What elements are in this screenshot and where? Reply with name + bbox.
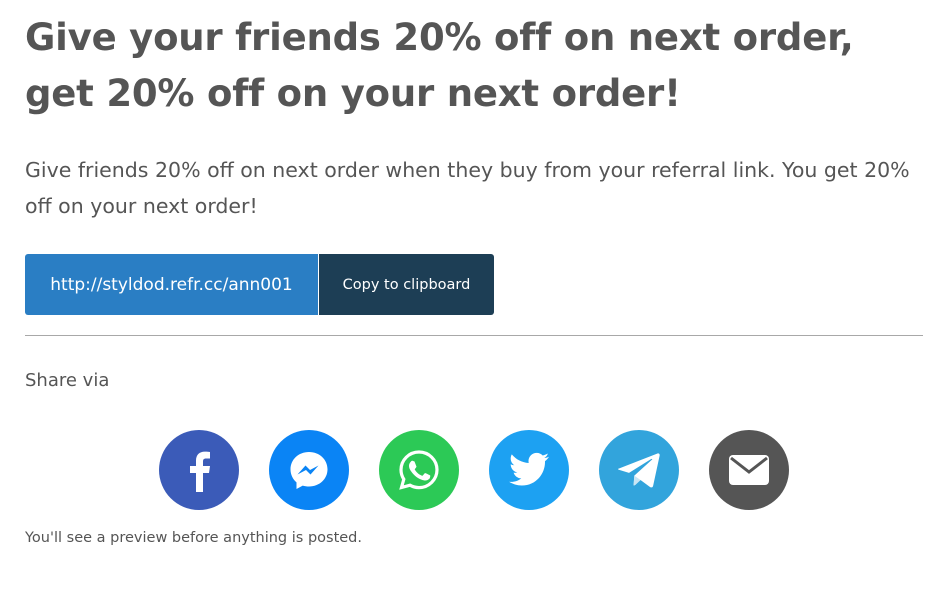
referral-link-field[interactable]: http://styldod.refr.cc/ann001 [25, 254, 318, 315]
share-facebook-button[interactable] [159, 430, 239, 510]
whatsapp-icon [399, 450, 439, 490]
telegram-icon [618, 453, 660, 488]
referral-description: Give friends 20% off on next order when … [25, 158, 910, 218]
share-twitter-button[interactable] [489, 430, 569, 510]
referral-link-row: http://styldod.refr.cc/ann001 Copy to cl… [25, 254, 494, 315]
referral-page: Give your friends 20% off on next order,… [0, 0, 944, 604]
email-icon [729, 455, 769, 485]
copy-to-clipboard-button[interactable]: Copy to clipboard [318, 254, 494, 315]
share-telegram-button[interactable] [599, 430, 679, 510]
share-buttons [159, 430, 789, 510]
share-messenger-button[interactable] [269, 430, 349, 510]
share-via-label: Share via [25, 370, 110, 391]
messenger-icon [290, 452, 328, 489]
divider [25, 335, 923, 336]
twitter-icon [509, 452, 549, 486]
facebook-icon [190, 451, 210, 492]
share-email-button[interactable] [709, 430, 789, 510]
page-title: Give your friends 20% off on next order,… [25, 16, 854, 115]
share-whatsapp-button[interactable] [379, 430, 459, 510]
preview-note: You'll see a preview before anything is … [25, 530, 362, 546]
